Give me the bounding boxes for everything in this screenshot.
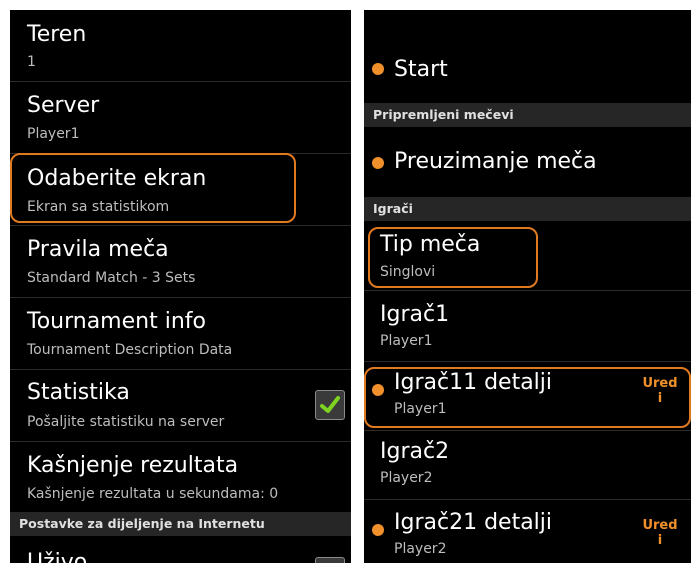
bullet-icon [372, 63, 384, 75]
section-header-label: Postavke za dijeljenje na Internetu [19, 516, 265, 531]
item-value: Player2 [394, 541, 447, 557]
setting-match-rules[interactable]: Pravila meča Standard Match - 3 Sets [10, 226, 351, 297]
setting-value: Standard Match - 3 Sets [27, 270, 196, 286]
item-value: Player2 [380, 470, 433, 486]
setting-score-delay[interactable]: Kašnjenje rezultata Kašnjenje rezultata … [10, 442, 351, 512]
item-title: Igrač2 [380, 439, 450, 464]
setting-value: Tournament Description Data [27, 342, 233, 358]
section-header-label: Pripremljeni mečevi [373, 107, 514, 122]
section-header-prepared-matches: Pripremljeni mečevi [364, 103, 691, 127]
setting-title: Tournament info [27, 309, 206, 334]
player21-details-item[interactable]: Igrač21 detalji Player2 Ured i [364, 500, 691, 563]
setting-server[interactable]: Server Player1 [10, 82, 351, 153]
edit-label: i [657, 533, 663, 548]
selection-highlight [368, 227, 538, 288]
setting-value: Kašnjenje rezultata u sekundama: 0 [27, 486, 279, 502]
setting-title: Kašnjenje rezultata [27, 453, 239, 478]
setting-title: Teren [27, 22, 87, 47]
edit-button[interactable]: Ured i [640, 518, 680, 548]
match-setup-panel: Start Pripremljeni mečevi Preuzimanje me… [364, 10, 691, 563]
setting-value: Player1 [27, 126, 80, 142]
bullet-icon [372, 524, 384, 536]
statistics-checkbox[interactable] [315, 390, 345, 420]
section-header-label: Igrači [373, 201, 413, 216]
selection-highlight [10, 153, 296, 223]
check-icon [320, 396, 340, 413]
item-title: Igrač21 detalji [394, 510, 553, 535]
player2-item[interactable]: Igrač2 Player2 [364, 431, 691, 499]
setting-title: Pravila meča [27, 237, 169, 262]
setting-value: Pošaljite statistiku na server [27, 414, 225, 430]
setting-court[interactable]: Teren 1 [10, 10, 351, 81]
section-header-players: Igrači [364, 197, 691, 221]
start-label: Start [394, 57, 448, 82]
item-title: Igrač1 [380, 302, 450, 327]
section-header-internet-sharing: Postavke za dijeljenje na Internetu [10, 512, 351, 536]
setting-statistics[interactable]: Statistika Pošaljite statistiku na serve… [10, 370, 351, 441]
start-item[interactable]: Start [364, 44, 691, 102]
match-settings-panel: Teren 1 Server Player1 Odaberite ekran E… [10, 10, 351, 563]
setting-live[interactable]: Uživo [10, 536, 351, 563]
live-checkbox[interactable] [315, 557, 345, 563]
bullet-icon [372, 157, 384, 169]
setting-title: Server [27, 93, 100, 118]
player1-item[interactable]: Igrač1 Player1 [364, 291, 691, 361]
setting-value: 1 [27, 54, 36, 70]
download-match-label: Preuzimanje meča [394, 149, 597, 174]
setting-title: Uživo [27, 550, 88, 563]
edit-label: Ured [642, 518, 678, 533]
setting-title: Statistika [27, 380, 130, 405]
setting-tournament-info[interactable]: Tournament info Tournament Description D… [10, 298, 351, 369]
selection-highlight [364, 367, 691, 428]
download-match-item[interactable]: Preuzimanje meča [364, 127, 691, 197]
item-value: Player1 [380, 333, 433, 349]
